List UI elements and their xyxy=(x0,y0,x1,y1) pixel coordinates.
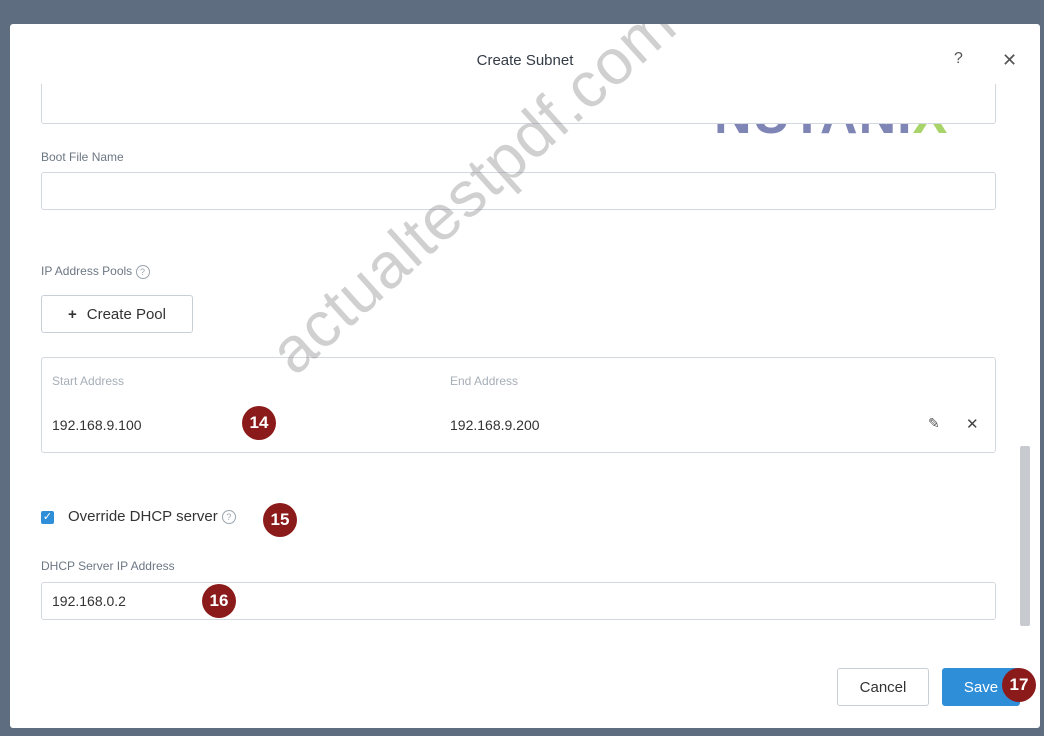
ip-pool-table: Start Address End Address 192.168.9.100 … xyxy=(41,357,996,453)
cancel-button[interactable]: Cancel xyxy=(837,668,929,706)
start-address-header: Start Address xyxy=(52,374,125,388)
create-pool-button[interactable]: + Create Pool xyxy=(41,295,193,333)
close-icon[interactable]: ✕ xyxy=(1002,50,1017,71)
end-address-header: End Address xyxy=(450,374,519,388)
ip-pools-label: IP Address Pools ? xyxy=(41,264,150,279)
scrollbar-thumb[interactable] xyxy=(1020,446,1030,626)
ip-pools-help-icon[interactable]: ? xyxy=(135,264,150,279)
plus-icon: + xyxy=(68,305,77,323)
override-dhcp-help-icon[interactable]: ? xyxy=(221,510,236,525)
step-badge-16: 16 xyxy=(202,584,236,618)
dialog-title: Create Subnet xyxy=(476,52,574,69)
pool-start-address: 192.168.9.100 xyxy=(52,417,142,433)
boot-file-label: Boot File Name xyxy=(41,150,124,164)
help-icon[interactable]: ? xyxy=(954,50,963,68)
ip-pools-label-text: IP Address Pools xyxy=(41,264,133,278)
pool-end-address: 192.168.9.200 xyxy=(450,417,540,433)
step-badge-17: 17 xyxy=(1002,668,1036,702)
dhcp-server-label: DHCP Server IP Address xyxy=(41,559,175,573)
dialog-footer: Cancel Save xyxy=(10,654,1040,728)
create-subnet-dialog: Create Subnet ? ✕ NUTANIX Boot File Name… xyxy=(10,24,1040,728)
edit-pool-icon[interactable]: ✎ xyxy=(928,415,940,432)
override-dhcp-checkbox[interactable]: ✓ xyxy=(41,511,54,524)
scrollbar[interactable] xyxy=(1018,94,1032,654)
remove-pool-icon[interactable]: ✕ xyxy=(966,415,979,433)
override-dhcp-label: Override DHCP server ? xyxy=(68,508,236,525)
create-pool-label: Create Pool xyxy=(86,305,166,323)
step-badge-15: 15 xyxy=(263,503,297,537)
step-badge-14: 14 xyxy=(242,406,276,440)
override-dhcp-label-text: Override DHCP server xyxy=(68,508,218,525)
dhcp-server-input[interactable]: 192.168.0.2 xyxy=(41,582,996,620)
